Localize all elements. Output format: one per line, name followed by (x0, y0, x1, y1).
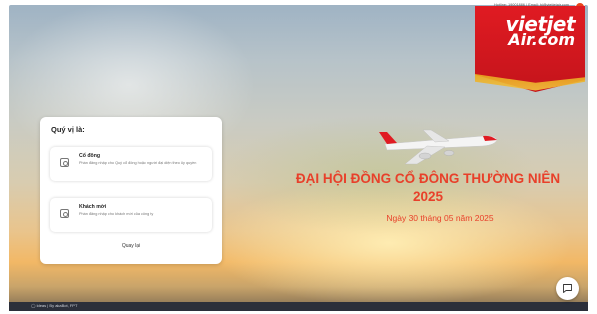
airplane-image (379, 129, 498, 165)
login-role-card: Quý vị là: Cổ đông Phần đăng nhập cho Qu… (40, 117, 222, 264)
option-guest-description: Phần đăng nhập cho khách mời của công ty (79, 212, 154, 216)
vietjet-logo: vietjet Air.com (480, 14, 576, 49)
chat-bubble-icon (563, 284, 572, 293)
id-card-icon (60, 158, 69, 167)
option-shareholder-description: Phần đăng nhập cho Quý cổ đông hoặc ngườ… (79, 161, 197, 165)
event-headline: ĐẠI HỘI ĐỒNG CỔ ĐÔNG THƯỜNG NIÊN 2025 (278, 170, 578, 206)
guest-card-icon (60, 209, 69, 218)
logo-line2: Air.com (508, 30, 575, 49)
option-guest[interactable]: Khách mời Phần đăng nhập cho khách mời c… (50, 198, 212, 232)
card-title: Quý vị là: (51, 125, 85, 134)
back-button[interactable]: Quay lại (40, 243, 222, 249)
footer-credit: ◯ ldeas | By akaBot, FPT (31, 303, 78, 308)
option-guest-title: Khách mời (79, 204, 107, 210)
headline-line1: ĐẠI HỘI ĐỒNG CỔ ĐÔNG THƯỜNG NIÊN (295, 171, 561, 186)
footer-bar: ◯ ldeas | By akaBot, FPT (9, 302, 588, 311)
event-date: Ngày 30 tháng 05 năm 2025 (386, 213, 494, 223)
option-shareholder[interactable]: Cổ đông Phần đăng nhập cho Quý cổ đông h… (50, 147, 212, 181)
option-shareholder-title: Cổ đông (79, 153, 101, 159)
headline-line2: 2025 (412, 189, 444, 204)
chat-button[interactable] (556, 277, 579, 300)
